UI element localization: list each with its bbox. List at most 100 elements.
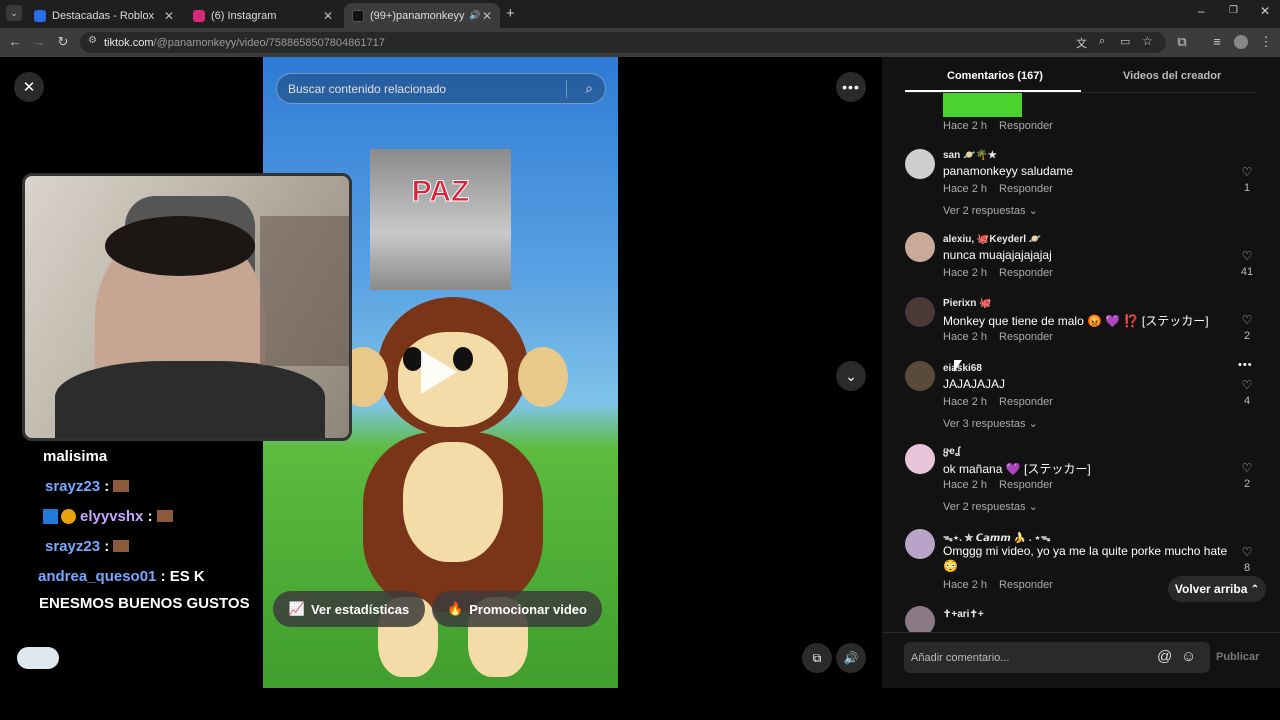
avatar[interactable]	[905, 297, 935, 327]
avatar[interactable]	[905, 149, 935, 179]
translate-icon[interactable]: 文	[1076, 35, 1087, 51]
chat-user: srayz23	[45, 477, 101, 495]
publish-button[interactable]: Publicar	[1216, 651, 1259, 663]
comment-username[interactable]: ✝︎+ari✝︎+	[943, 609, 984, 620]
tab-creator-videos[interactable]: Videos del creador	[1123, 70, 1221, 82]
cast-icon[interactable]: ▭	[1120, 35, 1130, 48]
view-replies-button[interactable]: Ver 3 respuestas ⌄	[943, 417, 1038, 430]
comment-text: panamonkeyy saludame	[943, 164, 1074, 178]
tab-search-button[interactable]: ⌄	[6, 5, 22, 21]
comment-username[interactable]: Pierixn 🐙	[943, 298, 992, 309]
like-button[interactable]: ♡ 2	[1240, 313, 1254, 342]
chat-line: malisima	[40, 441, 270, 471]
like-count: 41	[1240, 266, 1254, 278]
menu-kebab-icon[interactable]: ⋮	[1258, 34, 1274, 50]
webcam-overlay-image	[22, 173, 352, 441]
speaker-icon[interactable]: 🔊	[469, 10, 480, 21]
avatar[interactable]	[905, 232, 935, 262]
browser-tab[interactable]: Destacadas - Roblox ✕	[26, 3, 182, 28]
browser-tab[interactable]: (6) Instagram ✕	[185, 3, 341, 28]
back-icon[interactable]: ←	[7, 34, 23, 50]
close-tab-icon[interactable]: ✕	[482, 9, 492, 23]
volume-icon[interactable]: 🔊	[836, 643, 866, 673]
avatar[interactable]	[905, 444, 935, 474]
comment-input[interactable]: Añadir comentario... @ ☺	[904, 642, 1210, 673]
new-tab-button[interactable]: +	[506, 5, 515, 22]
comment-meta: Hace 2 h Responder	[943, 267, 1065, 279]
close-window-icon[interactable]: ✕	[1260, 4, 1270, 18]
comment-text: Omggg mi video, yo ya me la quite porke …	[943, 544, 1228, 573]
like-button[interactable]: ♡ 41	[1240, 249, 1254, 278]
like-button[interactable]: ♡ 1	[1240, 165, 1254, 194]
view-stats-button[interactable]: 📈 Ver estadísticas	[273, 591, 425, 627]
comment-item: alexiu, 🐙Keyderl 🪐 nunca muajajajajajaj …	[905, 232, 1253, 282]
like-button[interactable]: ♡ 2	[1240, 461, 1254, 490]
reply-button[interactable]: Responder	[999, 120, 1053, 132]
reply-button[interactable]: Responder	[999, 579, 1053, 591]
comment-username[interactable]: alexiu, 🐙Keyderl 🪐	[943, 234, 1041, 245]
tab-title: Destacadas - Roblox	[52, 9, 155, 22]
comment-item: ყҽʆ ok mañana 💜 [ステッカー] Hace 2 h Responde…	[905, 444, 1252, 514]
reply-button[interactable]: Responder	[999, 331, 1053, 343]
restore-icon[interactable]: ❐	[1229, 5, 1238, 16]
minimize-icon[interactable]: –	[1198, 4, 1205, 18]
site-info-icon[interactable]: ⚙	[88, 35, 97, 46]
like-button[interactable]: ♡ 8	[1240, 545, 1254, 574]
view-replies-button[interactable]: Ver 2 respuestas ⌄	[943, 204, 1038, 217]
reply-button[interactable]: Responder	[999, 183, 1053, 195]
profile-avatar[interactable]	[1234, 35, 1248, 49]
chat-user: andrea_queso01	[38, 567, 157, 585]
mention-icon[interactable]: @	[1157, 648, 1172, 665]
reload-icon[interactable]: ↻	[55, 34, 71, 50]
forward-icon[interactable]: →	[31, 34, 47, 50]
bookmark-star-icon[interactable]: ☆	[1142, 34, 1153, 48]
view-replies-button[interactable]: Ver 2 respuestas ⌄	[943, 500, 1038, 513]
comment-username[interactable]: eiaski68	[943, 363, 982, 374]
comment-username[interactable]: ᯓ⋆. ✮ 𝘾𝙖𝙢𝙢 🍌 . ⋆ᯓ	[943, 530, 1050, 544]
like-count: 2	[1243, 478, 1251, 490]
avatar[interactable]	[905, 529, 935, 559]
like-count: 1	[1243, 182, 1251, 194]
comment-time: Hace 2 h	[943, 579, 988, 591]
tiktok-favicon-icon	[352, 9, 364, 22]
chat-user: srayz23	[45, 537, 101, 555]
instagram-favicon-icon	[193, 9, 205, 22]
zoom-icon[interactable]: ⌕	[1099, 35, 1105, 48]
close-video-button[interactable]: ✕	[14, 72, 44, 102]
chat-line: elyyvshx :	[40, 501, 270, 531]
related-search-input[interactable]: Buscar contenido relacionado ⌕	[276, 73, 606, 104]
comment-sticker-image	[943, 93, 1022, 117]
comment-username[interactable]: ყҽʆ	[943, 446, 960, 457]
tab-comments[interactable]: Comentarios (167)	[947, 70, 1043, 82]
chart-icon: 📈	[288, 601, 305, 616]
picture-in-picture-icon[interactable]: ⧉	[802, 643, 832, 673]
avatar[interactable]	[905, 606, 935, 632]
close-tab-icon[interactable]: ✕	[164, 9, 174, 23]
search-icon[interactable]: ⌕	[585, 80, 593, 97]
comment-username[interactable]: san 🪐🌴★	[943, 150, 997, 161]
comment-time: Hace 2 h	[943, 331, 988, 343]
play-icon[interactable]	[421, 350, 457, 394]
chat-message: malisima	[43, 447, 108, 465]
extensions-icon[interactable]: ⧉	[1174, 34, 1190, 50]
more-options-icon[interactable]: •••	[836, 72, 866, 102]
reply-button[interactable]: Responder	[999, 479, 1053, 491]
back-to-top-button[interactable]: Volver arriba ⌃	[1168, 576, 1266, 602]
browser-tab-active[interactable]: (99+)panamonkeyy (@pana 🔊 ✕	[344, 3, 500, 28]
reply-button[interactable]: Responder	[999, 396, 1053, 408]
media-controls-icon[interactable]: ≡	[1209, 34, 1225, 50]
next-video-chevron-icon[interactable]: ⌄	[836, 361, 866, 391]
chat-message: :	[104, 477, 110, 495]
close-tab-icon[interactable]: ✕	[323, 9, 333, 23]
reply-button[interactable]: Responder	[999, 267, 1053, 279]
avatar[interactable]	[905, 361, 935, 391]
like-button[interactable]: ♡ 4	[1240, 378, 1254, 407]
comment-text: ok mañana 💜 [ステッカー]	[943, 462, 1091, 476]
comment-meta: Hace 2 h Responder	[943, 479, 1065, 491]
comment-more-icon[interactable]: •••	[1238, 359, 1253, 371]
tab-title: (6) Instagram	[211, 9, 277, 22]
promote-video-button[interactable]: 🔥 Promocionar video	[432, 591, 602, 627]
address-bar[interactable]: ⚙ tiktok.com/@panamonkeyy/video/75886585…	[80, 32, 1166, 53]
comment-meta: Hace 2 h Responder	[943, 120, 1065, 132]
emoji-icon[interactable]: ☺	[1181, 648, 1196, 665]
